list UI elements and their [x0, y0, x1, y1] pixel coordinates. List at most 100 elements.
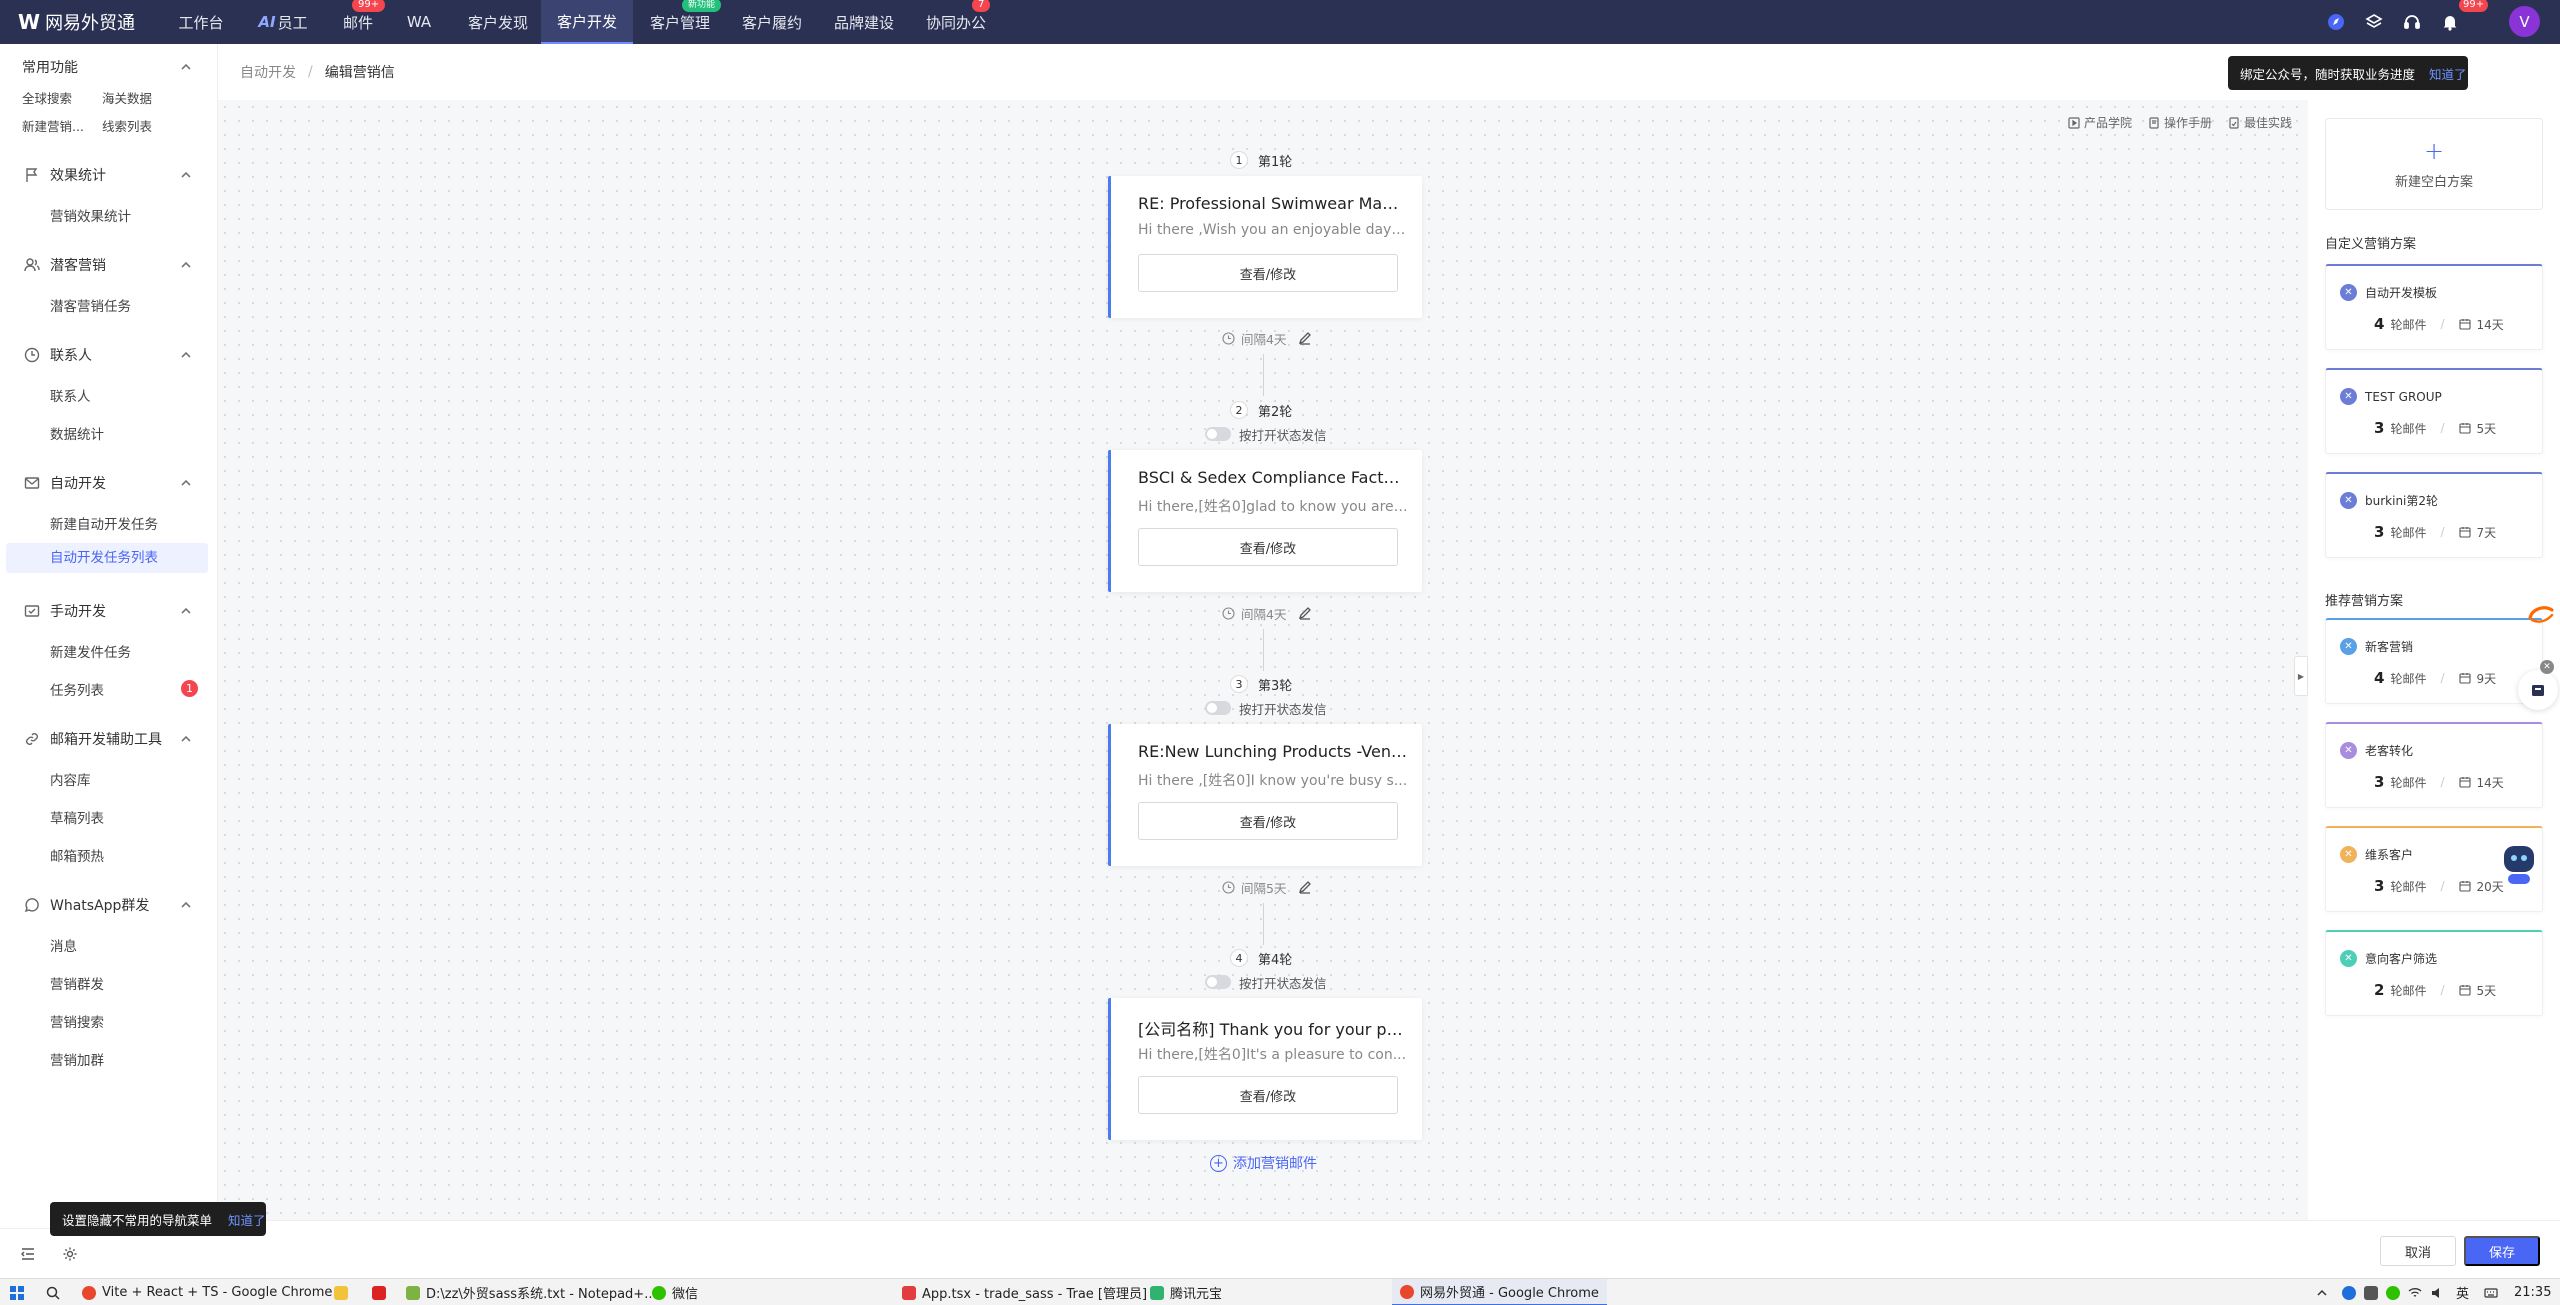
ai-assistant-robot-icon[interactable] [2498, 838, 2540, 888]
panel-collapse-toggle[interactable]: ▶ [2294, 656, 2308, 696]
plan-card[interactable]: ✕ 老客转化 3 轮邮件 / 14天 [2325, 722, 2543, 808]
chevron-up-icon[interactable] [180, 61, 192, 73]
sidebar-item-group-send[interactable]: 营销群发 [50, 973, 104, 993]
nav-customer-development[interactable]: 客户开发 [541, 0, 633, 44]
edit-pencil-icon[interactable] [1298, 880, 1312, 894]
nav-collaboration[interactable]: 协同办公 7 [916, 0, 996, 44]
chevron-up-icon[interactable] [180, 899, 192, 911]
close-float-icon[interactable]: ✕ [2540, 660, 2554, 674]
sidebar-group-mail-tools[interactable]: 邮箱开发辅助工具 [24, 728, 162, 750]
sidebar-item-new-send-task[interactable]: 新建发件任务 [50, 641, 131, 661]
email-card[interactable]: RE:New Lunching Products -Vendor Hi ther… [1108, 724, 1422, 866]
product-academy-link[interactable]: 产品学院 [2068, 114, 2132, 131]
open-status-toggle[interactable] [1205, 427, 1231, 441]
chevron-up-icon[interactable] [180, 477, 192, 489]
sidebar-item-drafts[interactable]: 草稿列表 [50, 807, 104, 827]
save-button[interactable]: 保存 [2464, 1236, 2540, 1266]
sidebar-item-task-list[interactable]: 任务列表 [50, 679, 104, 699]
plan-card[interactable]: ✕ burkini第2轮 3 轮邮件 / 7天 [2325, 472, 2543, 558]
tray-volume-icon[interactable] [2430, 1279, 2444, 1305]
nav-brand-building[interactable]: 品牌建设 [824, 0, 904, 44]
taskbar-item-notepad[interactable]: D:\zz\外贸sass系统.txt - Notepad+... [406, 1279, 657, 1305]
sidebar-item-join-groups[interactable]: 营销加群 [50, 1049, 104, 1069]
sidebar-item-marketing-stats[interactable]: 营销效果统计 [50, 205, 131, 225]
open-status-toggle[interactable] [1205, 701, 1231, 715]
sidebar-group-manual-dev[interactable]: 手动开发 [24, 600, 106, 622]
sidebar-group-contacts[interactable]: 联系人 [24, 344, 92, 366]
nav-workbench[interactable]: 工作台 [172, 0, 230, 44]
email-card[interactable]: [公司名称] Thank you for your patience Hi th… [1108, 998, 1422, 1140]
plan-card[interactable]: ✕ 自动开发模板 4 轮邮件 / 14天 [2325, 264, 2543, 350]
sidebar-group-whatsapp[interactable]: WhatsApp群发 [24, 894, 149, 916]
taskbar-item-wps[interactable] [372, 1279, 386, 1305]
tray-chevron-icon[interactable] [2316, 1279, 2328, 1305]
nav-customer-management[interactable]: 客户管理 新功能 [640, 0, 722, 44]
view-edit-button[interactable]: 查看/修改 [1138, 254, 1398, 292]
sidebar-item-messages[interactable]: 消息 [50, 935, 77, 955]
plan-card[interactable]: ✕ 新客营销 4 轮邮件 / 9天 [2325, 618, 2543, 704]
quick-link-leads[interactable]: 线索列表 [102, 116, 152, 135]
taskbar-item-chrome-waimao[interactable]: 网易外贸通 - Google Chrome [1392, 1279, 1607, 1305]
tray-keyboard-icon[interactable] [2484, 1279, 2498, 1305]
toast-dismiss-link[interactable]: 知道了 [2429, 64, 2467, 83]
tray-wechat-icon[interactable] [2386, 1279, 2400, 1305]
edit-pencil-icon[interactable] [1298, 606, 1312, 620]
sidebar-item-prospect-tasks[interactable]: 潜客营销任务 [50, 295, 131, 315]
sidebar-group-auto-dev[interactable]: 自动开发 [24, 472, 106, 494]
nav-ai-staff[interactable]: AI 员工 [250, 0, 316, 44]
taskbar-item-chrome-vite[interactable]: Vite + React + TS - Google Chrome [82, 1279, 332, 1305]
view-edit-button[interactable]: 查看/修改 [1138, 802, 1398, 840]
view-edit-button[interactable]: 查看/修改 [1138, 1076, 1398, 1114]
windows-start-icon[interactable] [10, 1279, 24, 1305]
taskbar-item-wechat[interactable]: 微信 [652, 1279, 698, 1305]
sidebar-group-stats[interactable]: 效果统计 [24, 164, 106, 186]
new-blank-plan-button[interactable]: + 新建空白方案 [2325, 118, 2543, 210]
compass-icon[interactable] [2326, 12, 2346, 32]
quick-link-global-search[interactable]: 全球搜索 [22, 88, 72, 107]
layers-icon[interactable] [2364, 12, 2384, 32]
view-edit-button[interactable]: 查看/修改 [1138, 528, 1398, 566]
chevron-up-icon[interactable] [180, 605, 192, 617]
chevron-up-icon[interactable] [180, 733, 192, 745]
nav-mail[interactable]: 邮件 99+ [334, 0, 386, 44]
taskbar-item-trae[interactable]: App.tsx - trade_sass - Trae [管理员] [902, 1279, 1147, 1305]
alibaba-float-icon[interactable] [2524, 598, 2558, 632]
headset-icon[interactable] [2402, 12, 2422, 32]
common-functions-title[interactable]: 常用功能 [22, 56, 78, 78]
best-practice-link[interactable]: 最佳实践 [2228, 114, 2292, 131]
quick-link-customs-data[interactable]: 海关数据 [102, 88, 152, 107]
plan-card[interactable]: ✕ 意向客户筛选 2 轮邮件 / 5天 [2325, 930, 2543, 1016]
sidebar-item-content-library[interactable]: 内容库 [50, 769, 91, 789]
chevron-up-icon[interactable] [180, 259, 192, 271]
nav-wa[interactable]: WA [398, 0, 440, 44]
plan-card[interactable]: ✕ TEST GROUP 3 轮邮件 / 5天 [2325, 368, 2543, 454]
cancel-button[interactable]: 取消 [2380, 1236, 2456, 1266]
tray-bluetooth-icon[interactable] [2342, 1279, 2356, 1305]
sidebar-item-data-stats[interactable]: 数据统计 [50, 423, 104, 443]
archive-float-button[interactable] [2518, 670, 2558, 710]
sidebar-item-new-auto-task[interactable]: 新建自动开发任务 [50, 513, 158, 533]
tray-network-icon[interactable] [2408, 1279, 2422, 1305]
sidebar-item-marketing-search[interactable]: 营销搜索 [50, 1011, 104, 1031]
tray-security-icon[interactable] [2364, 1279, 2378, 1305]
email-card[interactable]: RE: Professional Swimwear Manufacturer H… [1108, 176, 1422, 318]
settings-gear-icon[interactable] [62, 1246, 78, 1262]
menu-collapse-icon[interactable] [20, 1246, 36, 1262]
sidebar-item-mail-warmup[interactable]: 邮箱预热 [50, 845, 104, 865]
sidebar-group-prospect[interactable]: 潜客营销 [24, 254, 106, 276]
sidebar-item-contacts[interactable]: 联系人 [50, 385, 91, 405]
tip-dismiss-link[interactable]: 知道了 [228, 1210, 266, 1229]
taskbar-search-icon[interactable] [46, 1279, 60, 1305]
open-status-toggle[interactable] [1205, 975, 1231, 989]
add-marketing-email-button[interactable]: + 添加营销邮件 [1210, 1153, 1317, 1173]
chevron-up-icon[interactable] [180, 349, 192, 361]
quick-link-new-marketing[interactable]: 新建营销... [22, 116, 84, 135]
email-card[interactable]: BSCI & Sedex Compliance Factory Hi there… [1108, 450, 1422, 592]
sidebar-item-auto-task-list[interactable]: 自动开发任务列表 [6, 543, 208, 573]
nav-customer-fulfillment[interactable]: 客户履约 [732, 0, 812, 44]
bell-icon[interactable] [2440, 12, 2460, 32]
app-logo[interactable]: W 网易外贸通 [18, 0, 135, 44]
nav-customer-discovery[interactable]: 客户发现 [458, 0, 538, 44]
ime-indicator[interactable]: 英 [2456, 1279, 2469, 1305]
breadcrumb-parent[interactable]: 自动开发 [240, 62, 296, 82]
